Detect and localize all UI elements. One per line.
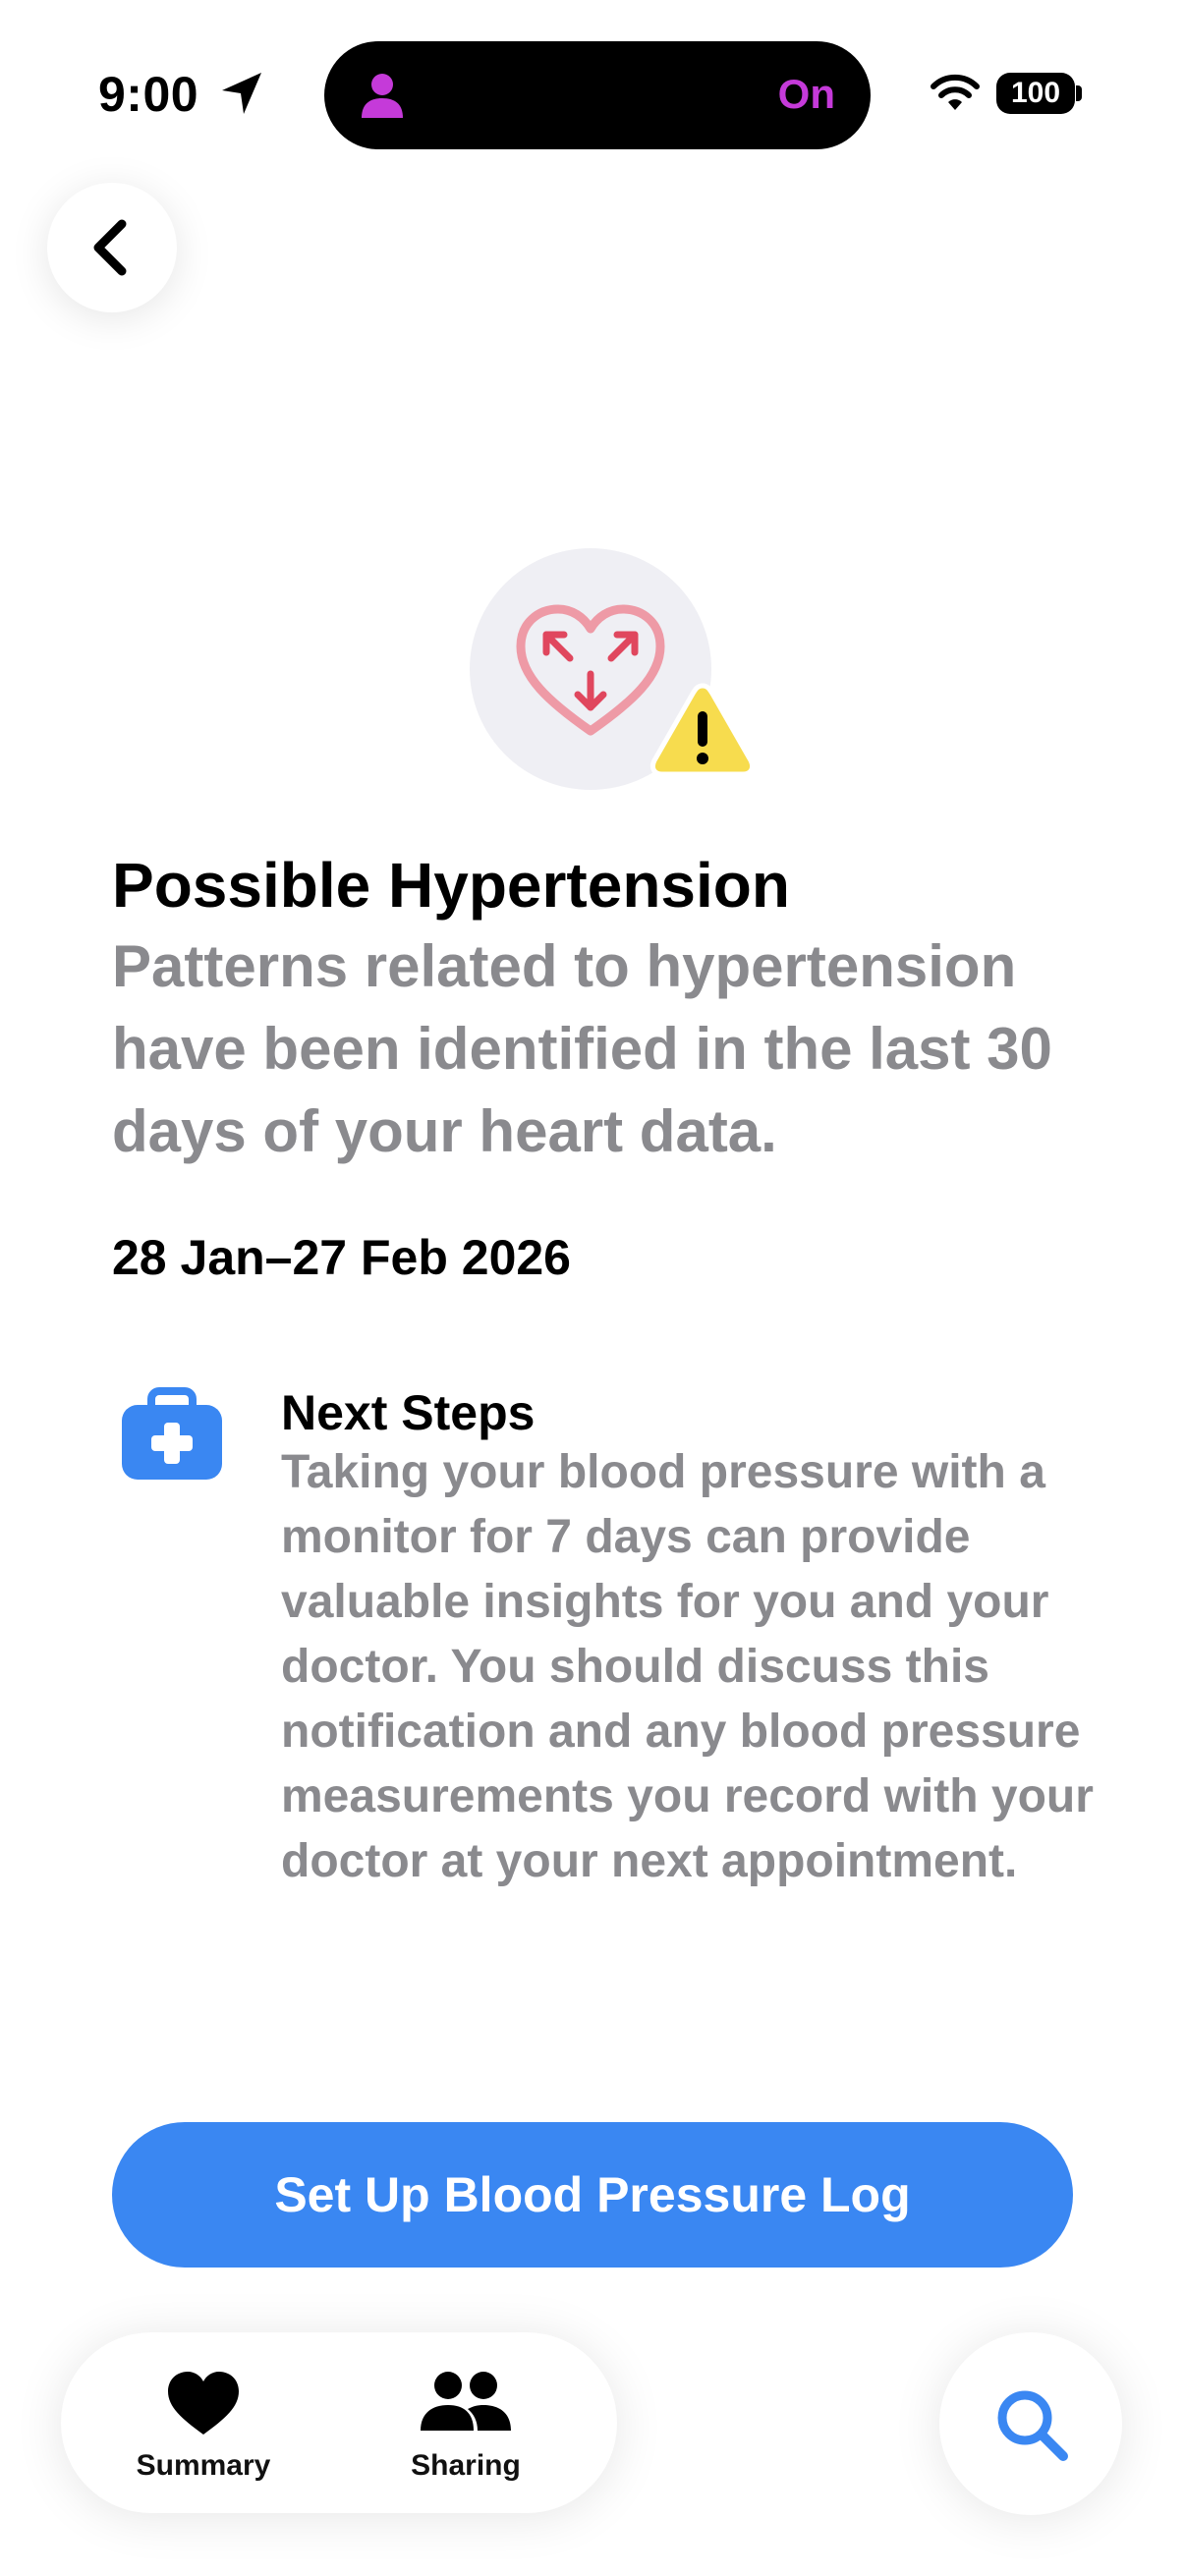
wifi-icon [931, 74, 980, 110]
date-range: 28 Jan–27 Feb 2026 [112, 1230, 571, 1285]
tab-sharing[interactable]: Sharing [348, 2332, 584, 2513]
next-steps-body: Taking your blood pressure with a monito… [281, 1446, 1094, 1887]
page-subtitle: Patterns related to hypertension have be… [112, 933, 1052, 1164]
search-button[interactable] [939, 2332, 1122, 2515]
heart-icon [168, 2372, 239, 2435]
status-time: 9:00 [98, 67, 199, 122]
warning-triangle-icon [649, 683, 756, 777]
medical-bag-icon [122, 1387, 222, 1480]
tab-summary[interactable]: Summary [90, 2332, 316, 2513]
battery-level: 100 [1010, 77, 1061, 109]
battery-nub [1076, 85, 1082, 101]
people-icon [421, 2372, 511, 2431]
search-icon [997, 2390, 1068, 2461]
back-button[interactable] [47, 183, 177, 312]
set-up-blood-pressure-log-button[interactable]: Set Up Blood Pressure Log [112, 2122, 1073, 2268]
tab-bar: Summary Sharing [61, 2332, 617, 2513]
island-status-label: On [777, 71, 835, 117]
location-arrow-icon [222, 73, 261, 114]
dynamic-island[interactable]: On [324, 41, 871, 149]
person-icon [362, 74, 403, 118]
tab-sharing-label: Sharing [411, 2449, 521, 2482]
chevron-left-icon [93, 219, 127, 276]
hero-illustration [470, 548, 764, 794]
battery-icon: 100 [996, 73, 1075, 114]
tab-summary-label: Summary [136, 2449, 271, 2482]
next-steps-title: Next Steps [281, 1385, 536, 1440]
page-title: Possible Hypertension [112, 850, 790, 921]
